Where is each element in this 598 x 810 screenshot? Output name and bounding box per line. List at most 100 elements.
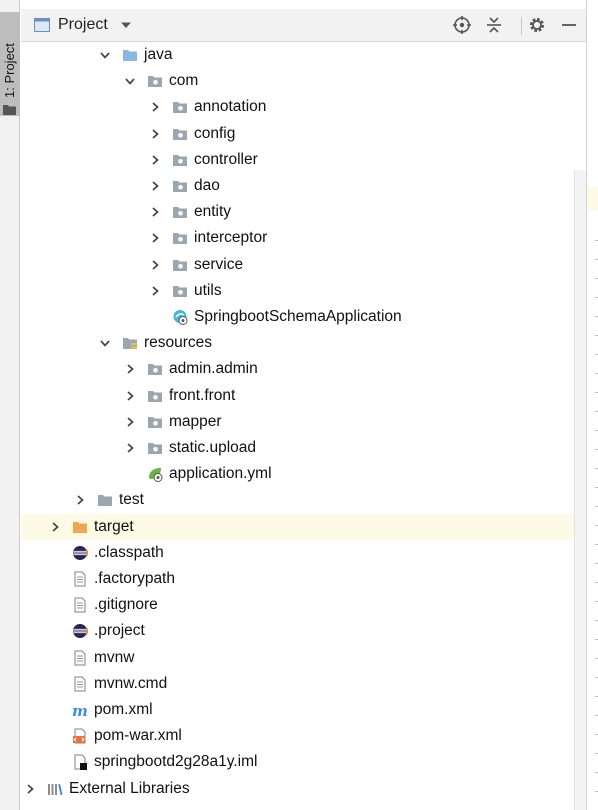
chevron-right-icon[interactable] <box>150 286 160 296</box>
project-view-icon <box>34 18 50 32</box>
tree-row[interactable]: resources <box>21 330 586 356</box>
package-folder-icon <box>173 102 187 114</box>
tree-row[interactable]: springbootd2g28a1y.iml <box>21 749 586 775</box>
tree-item-label: springbootd2g28a1y.iml <box>94 753 258 771</box>
gray-folder-icon <box>98 495 112 507</box>
package-folder-icon <box>148 364 162 376</box>
tree-row[interactable]: m pom.xml <box>21 697 586 723</box>
package-folder-icon <box>173 233 187 245</box>
excluded-folder-icon <box>73 521 87 533</box>
tree-row[interactable]: utils <box>21 278 586 304</box>
tree-item-label: dao <box>194 177 220 194</box>
chevron-right-icon[interactable] <box>75 495 85 506</box>
tree-row[interactable]: dao <box>21 173 586 199</box>
chevron-right-icon[interactable] <box>150 128 160 139</box>
eclipse-file-icon <box>73 624 88 639</box>
tree-item-label: admin.admin <box>169 360 258 378</box>
package-folder-icon <box>148 416 162 428</box>
tree-item-label: utils <box>194 281 222 299</box>
tree-item-label: entity <box>194 203 232 221</box>
tree-row[interactable]: interceptor <box>21 225 586 251</box>
tree-row[interactable]: front.front <box>21 383 586 409</box>
tree-row[interactable]: java <box>21 42 586 68</box>
tree-row[interactable]: target <box>21 513 586 540</box>
tree-row[interactable]: config <box>21 121 586 147</box>
tree-item-label: mvnw <box>94 648 135 666</box>
tree-row[interactable]: annotation <box>21 94 586 120</box>
project-tool-window-tab[interactable]: 1: Project <box>0 12 20 116</box>
tree-row[interactable]: mvnw <box>21 645 586 671</box>
tree-row[interactable]: External Libraries <box>21 776 586 802</box>
package-folder-icon <box>173 128 187 140</box>
tree-item-label: .project <box>94 622 145 640</box>
chevron-right-icon[interactable] <box>150 155 160 165</box>
tree-row[interactable]: .gitignore <box>21 592 586 618</box>
tree-row[interactable]: mapper <box>21 409 586 435</box>
tree-item-label: mvnw.cmd <box>94 674 168 692</box>
tool-window-stripe: 1: Project <box>0 0 20 810</box>
package-folder-icon <box>173 285 187 297</box>
editor-current-line <box>587 187 598 211</box>
tree-row[interactable]: static.upload <box>21 435 586 461</box>
chevron-right-icon[interactable] <box>125 364 135 375</box>
tree-item-label: pom-war.xml <box>94 727 182 745</box>
chevron-right-icon[interactable] <box>125 417 135 427</box>
tree-item-label: target <box>94 517 134 535</box>
tree-row[interactable]: .factorypath <box>21 566 586 592</box>
text-file-icon <box>74 676 86 692</box>
tree-row[interactable]: mvnw.cmd <box>21 671 586 697</box>
project-tree: java com annotation config controller dao enti… <box>21 42 586 810</box>
tree-item-label: pom.xml <box>94 701 153 718</box>
tree-row[interactable]: .project <box>21 618 586 644</box>
tree-item-label: resources <box>144 334 213 352</box>
tree-item-label: controller <box>194 150 258 168</box>
chevron-right-icon[interactable] <box>125 390 135 401</box>
package-folder-icon <box>173 181 187 192</box>
tree-row[interactable]: pom-war.xml <box>21 723 586 749</box>
libraries-icon <box>48 783 63 795</box>
header-divider <box>521 17 522 35</box>
project-panel-header: Project <box>21 9 586 42</box>
gear-icon[interactable] <box>528 16 546 34</box>
xml-file-icon <box>73 728 86 744</box>
chevron-down-icon[interactable] <box>125 76 135 86</box>
package-folder-icon <box>173 154 187 166</box>
tree-item-label: config <box>194 124 236 142</box>
tree-row[interactable]: admin.admin <box>21 356 586 382</box>
tree-row[interactable]: controller <box>21 147 586 173</box>
chevron-right-icon[interactable] <box>125 443 135 453</box>
chevron-right-icon[interactable] <box>150 102 160 113</box>
chevron-down-icon[interactable] <box>120 19 132 31</box>
tree-item-label: application.yml <box>169 465 272 483</box>
locate-file-icon[interactable] <box>453 16 471 34</box>
tree-item-label: com <box>169 72 199 90</box>
spring-boot-class-icon <box>173 310 188 325</box>
tree-row[interactable]: SpringbootSchemaApplication <box>21 304 586 330</box>
tree-row[interactable]: application.yml <box>21 461 586 487</box>
scrollbar-track[interactable] <box>574 170 586 810</box>
tree-item-label: test <box>119 491 144 509</box>
chevron-right-icon[interactable] <box>150 207 160 217</box>
collapse-all-icon[interactable] <box>485 16 503 34</box>
chevron-right-icon[interactable] <box>50 521 60 532</box>
minimize-icon[interactable] <box>560 16 578 34</box>
chevron-right-icon[interactable] <box>25 783 35 794</box>
tree-row[interactable]: com <box>21 68 586 94</box>
tree-row[interactable]: test <box>21 487 586 513</box>
chevron-down-icon[interactable] <box>100 338 110 348</box>
tree-row[interactable]: entity <box>21 199 586 225</box>
spring-config-file-icon <box>149 468 163 483</box>
chevron-right-icon[interactable] <box>150 181 160 191</box>
tree-row[interactable]: .classpath <box>21 540 586 566</box>
tree-row[interactable]: service <box>21 252 586 278</box>
resources-folder-icon <box>123 338 137 350</box>
chevron-right-icon[interactable] <box>150 259 160 270</box>
package-folder-icon <box>173 207 187 219</box>
maven-file-icon: m <box>72 702 88 718</box>
panel-title: Project <box>58 16 108 33</box>
chevron-right-icon[interactable] <box>150 233 160 244</box>
chevron-down-icon[interactable] <box>100 50 110 60</box>
tree-item-label: .factorypath <box>94 570 175 587</box>
source-folder-icon <box>123 50 137 61</box>
eclipse-file-icon <box>73 545 88 560</box>
